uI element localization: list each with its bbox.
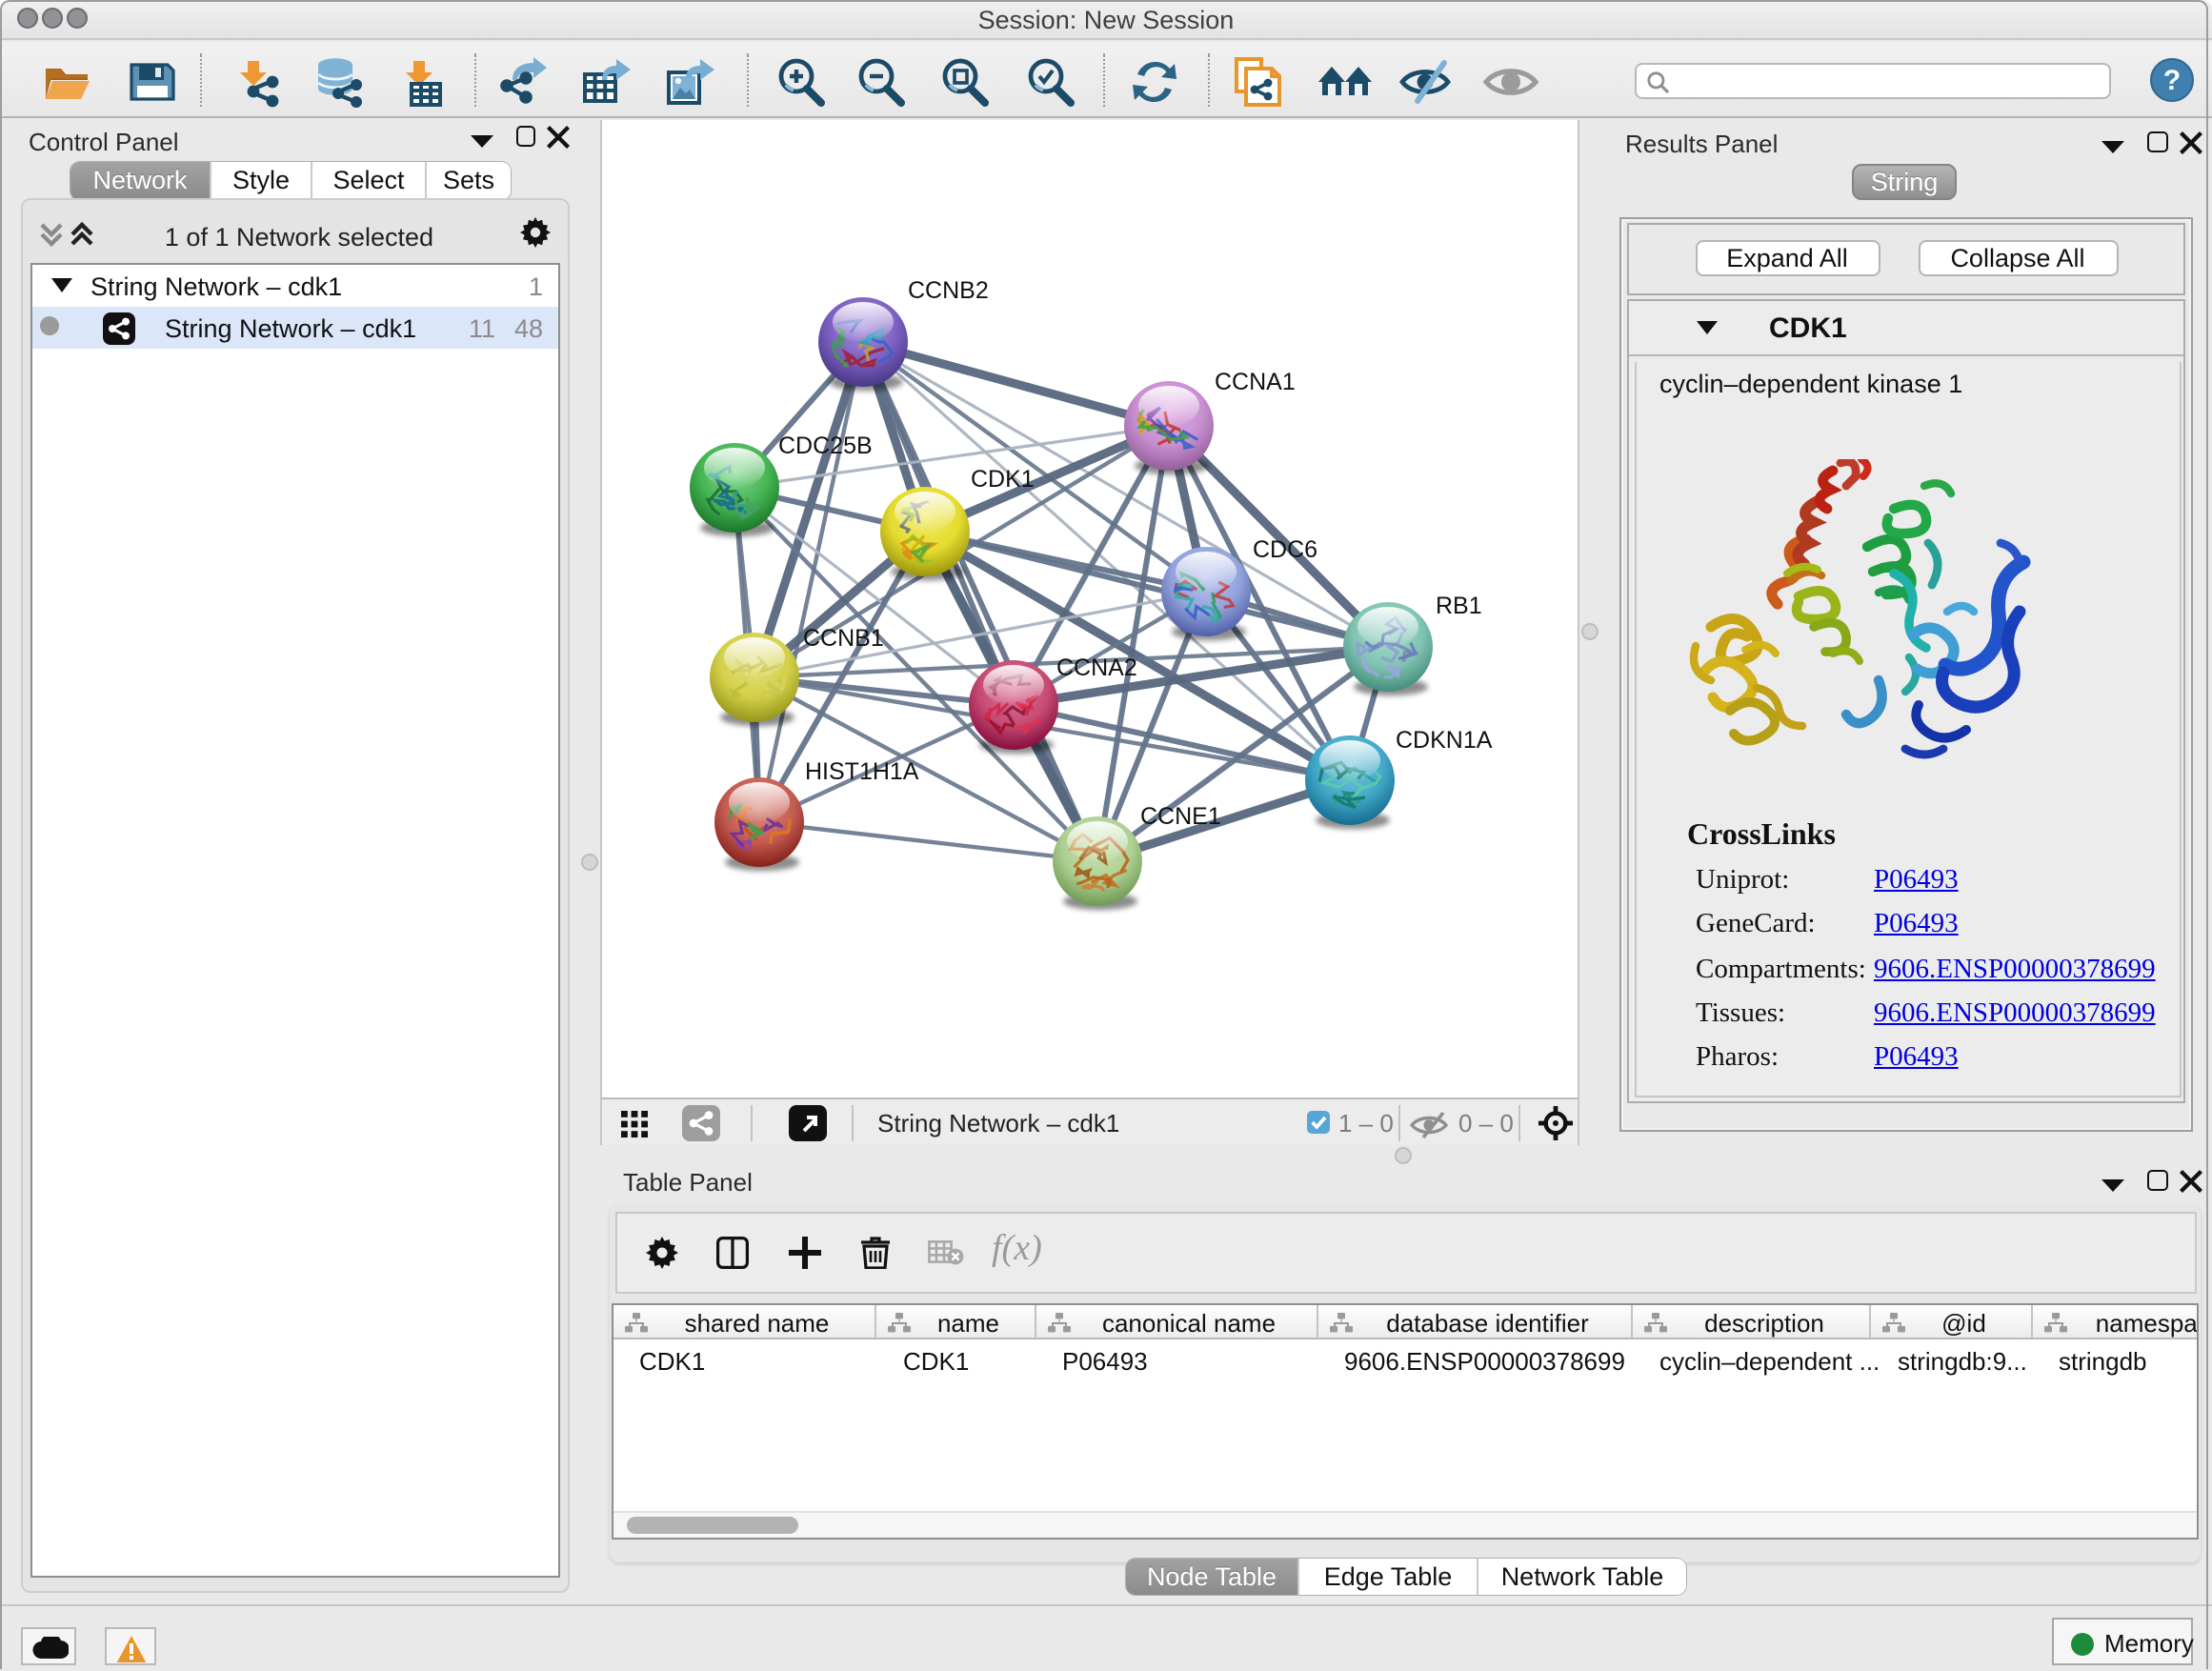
svg-text:RB1: RB1 [1435, 592, 1481, 618]
svg-text:CCNA1: CCNA1 [1214, 368, 1295, 394]
svg-text:CCNA2: CCNA2 [1056, 654, 1136, 680]
svg-text:CCNB2: CCNB2 [907, 276, 988, 303]
svg-text:CDC6: CDC6 [1252, 535, 1317, 562]
svg-text:HIST1H1A: HIST1H1A [804, 757, 918, 784]
svg-text:CCNB1: CCNB1 [802, 624, 883, 651]
svg-text:?: ? [2163, 65, 2181, 96]
svg-text:CDK1: CDK1 [970, 465, 1034, 492]
svg-text:CDC25B: CDC25B [777, 432, 872, 458]
svg-text:CCNE1: CCNE1 [1139, 802, 1220, 829]
svg-text:CDKN1A: CDKN1A [1395, 726, 1492, 753]
